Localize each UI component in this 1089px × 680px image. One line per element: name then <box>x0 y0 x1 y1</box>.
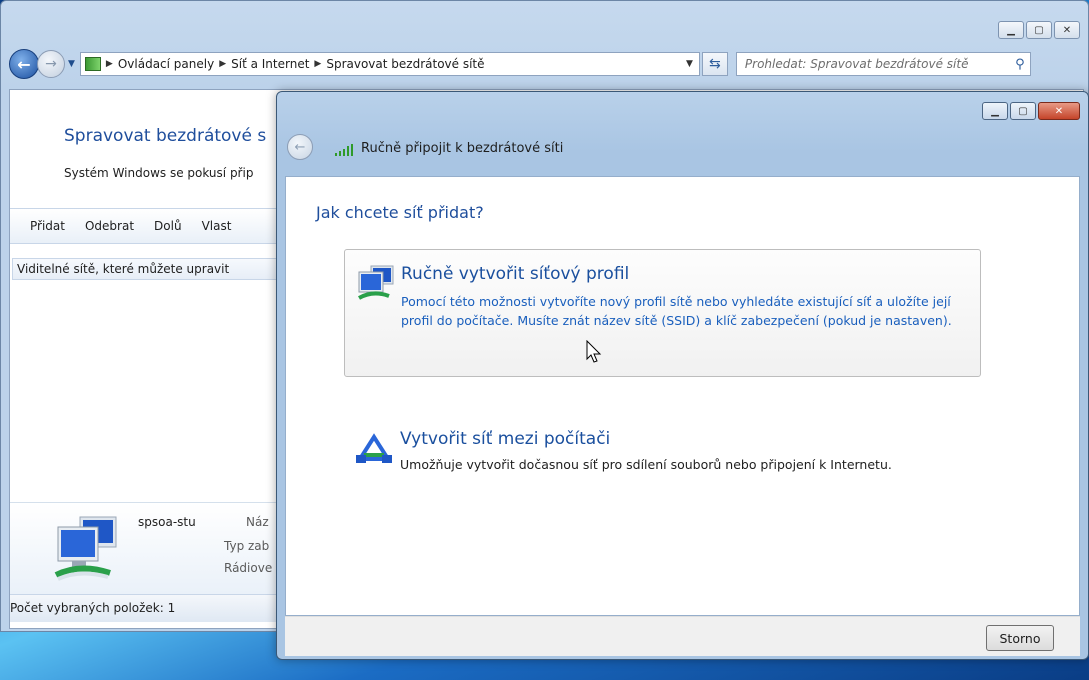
breadcrumb-network-internet[interactable]: Síť a Internet <box>231 57 309 71</box>
option-description: Umožňuje vytvořit dočasnou síť pro sdíle… <box>400 457 892 472</box>
maximize-icon[interactable]: ▢ <box>1010 102 1036 120</box>
detail-radio-label: Rádiove <box>224 561 273 575</box>
refresh-icon[interactable]: ⇆ <box>701 52 728 76</box>
search-placeholder: Prohledat: Spravovat bezdrátové sítě <box>744 57 969 71</box>
chevron-right-icon[interactable]: ▶ <box>106 59 113 69</box>
network-name: spsoa-stu <box>138 515 196 529</box>
wireless-signal-icon <box>335 144 353 156</box>
list-group-header[interactable]: Viditelné sítě, které můžete upravit <box>12 258 312 280</box>
properties-button[interactable]: Vlast <box>202 219 232 233</box>
minimize-icon[interactable]: ▁ <box>982 102 1008 120</box>
close-icon[interactable]: ✕ <box>1054 21 1080 39</box>
chevron-right-icon[interactable]: ▶ <box>314 59 321 69</box>
dialog-body: Jak chcete síť přidat? Ručně vytvořit sí… <box>285 176 1080 616</box>
address-dropdown-icon[interactable]: ▼ <box>680 59 699 69</box>
cancel-button[interactable]: Storno <box>986 625 1054 651</box>
dialog-caption-buttons: ▁ ▢ ✕ <box>982 102 1080 120</box>
chevron-right-icon[interactable]: ▶ <box>219 59 226 69</box>
page-subtitle: Systém Windows se pokusí přip <box>64 166 254 180</box>
mouse-pointer-icon <box>586 340 602 363</box>
explorer-caption-buttons: ▁ ▢ ✕ <box>998 21 1080 39</box>
detail-security-label: Typ zab <box>224 539 270 553</box>
remove-button[interactable]: Odebrat <box>85 219 134 233</box>
manual-connect-dialog: ▁ ▢ ✕ ← Ručně připojit k bezdrátové síti… <box>276 91 1089 660</box>
breadcrumb-control-panel[interactable]: Ovládací panely <box>118 57 214 71</box>
forward-arrow-icon[interactable]: → <box>37 50 65 78</box>
add-button[interactable]: Přidat <box>30 219 65 233</box>
move-down-button[interactable]: Dolů <box>154 219 182 233</box>
wireless-network-computer-icon <box>358 265 394 300</box>
search-input[interactable]: Prohledat: Spravovat bezdrátové sítě ⚲ <box>735 52 1031 76</box>
minimize-icon[interactable]: ▁ <box>998 21 1024 39</box>
close-icon[interactable]: ✕ <box>1038 102 1080 120</box>
search-icon[interactable]: ⚲ <box>1010 57 1030 72</box>
maximize-icon[interactable]: ▢ <box>1026 21 1052 39</box>
back-arrow-icon[interactable]: ← <box>287 134 313 160</box>
option-title: Vytvořit síť mezi počítači <box>400 429 611 449</box>
detail-name-label: Náz <box>246 515 269 529</box>
wireless-network-computer-icon <box>54 516 117 581</box>
recent-pages-dropdown-icon[interactable]: ▼ <box>68 59 75 69</box>
breadcrumb-manage-wireless[interactable]: Spravovat bezdrátové sítě <box>326 57 484 71</box>
page-title: Spravovat bezdrátové s <box>64 126 267 146</box>
dialog-footer: Storno <box>285 616 1080 656</box>
dialog-question: Jak chcete síť přidat? <box>316 203 484 222</box>
back-arrow-icon[interactable]: ← <box>9 49 39 79</box>
network-folder-icon <box>84 57 101 71</box>
adhoc-network-icon <box>356 433 392 463</box>
address-bar[interactable]: ▶ Ovládací panely ▶ Síť a Internet ▶ Spr… <box>79 52 700 76</box>
option-adhoc-network[interactable]: Vytvořit síť mezi počítači Umožňuje vytv… <box>344 429 981 489</box>
option-manual-profile[interactable]: Ručně vytvořit síťový profil Pomocí této… <box>344 249 981 377</box>
option-title: Ručně vytvořit síťový profil <box>401 264 630 284</box>
navigation-bar: ← → ▼ ▶ Ovládací panely ▶ Síť a Internet… <box>9 49 1084 79</box>
dialog-title: Ručně připojit k bezdrátové síti <box>361 141 564 156</box>
option-description: Pomocí této možnosti vytvoříte nový prof… <box>401 294 952 328</box>
